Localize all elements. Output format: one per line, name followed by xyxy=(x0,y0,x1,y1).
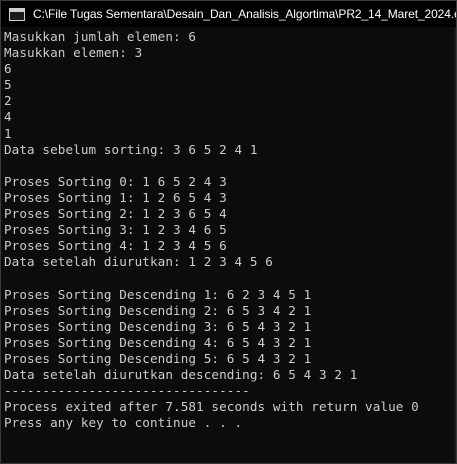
console-line: 4 xyxy=(4,109,12,125)
console-line: 2 xyxy=(4,93,12,109)
title-bar[interactable]: C:\File Tugas Sementara\Desain_Dan_Anali… xyxy=(1,1,457,27)
console-line: Proses Sorting 0: 1 6 5 2 4 3 xyxy=(4,173,227,189)
console-line: Data sebelum sorting: 3 6 5 2 4 1 xyxy=(4,141,258,157)
console-output[interactable]: Masukkan jumlah elemen: 6 Masukkan eleme… xyxy=(4,29,456,463)
console-line: Proses Sorting Descending 4: 6 5 4 3 2 1 xyxy=(4,334,312,350)
console-line: Masukkan jumlah elemen: 6 xyxy=(4,29,197,44)
console-window-icon xyxy=(9,7,25,21)
window-right-edge xyxy=(454,27,456,463)
console-line: 5 xyxy=(4,77,12,93)
console-line: Data setelah diurutkan: 1 2 3 4 5 6 xyxy=(4,254,273,270)
console-line: Proses Sorting 2: 1 2 3 6 5 4 xyxy=(4,206,227,222)
window-title: C:\File Tugas Sementara\Desain_Dan_Anali… xyxy=(33,7,457,21)
console-line: Proses Sorting Descending 3: 6 5 4 3 2 1 xyxy=(4,318,312,334)
separator-line: -------------------------------- xyxy=(4,383,250,399)
console-line: Proses Sorting 4: 1 2 3 4 5 6 xyxy=(4,238,227,254)
console-window: C:\File Tugas Sementara\Desain_Dan_Anali… xyxy=(0,0,457,464)
console-line: Data setelah diurutkan descending: 6 5 4… xyxy=(4,366,358,382)
console-line: Proses Sorting Descending 1: 6 2 3 4 5 1 xyxy=(4,286,312,302)
console-line: 1 xyxy=(4,125,12,141)
console-line: Proses Sorting Descending 5: 6 5 4 3 2 1 xyxy=(4,350,312,366)
console-line: Proses Sorting Descending 2: 6 5 3 4 2 1 xyxy=(4,302,312,318)
console-line: Masukkan elemen: 3 xyxy=(4,45,143,61)
console-line: Proses Sorting 3: 1 2 3 4 6 5 xyxy=(4,222,227,238)
process-exit-line: Process exited after 7.581 seconds with … xyxy=(4,399,419,415)
press-any-key-prompt: Press any key to continue . . . xyxy=(4,415,243,431)
console-line: 6 xyxy=(4,61,12,77)
console-line: Proses Sorting 1: 1 2 6 5 4 3 xyxy=(4,189,227,205)
